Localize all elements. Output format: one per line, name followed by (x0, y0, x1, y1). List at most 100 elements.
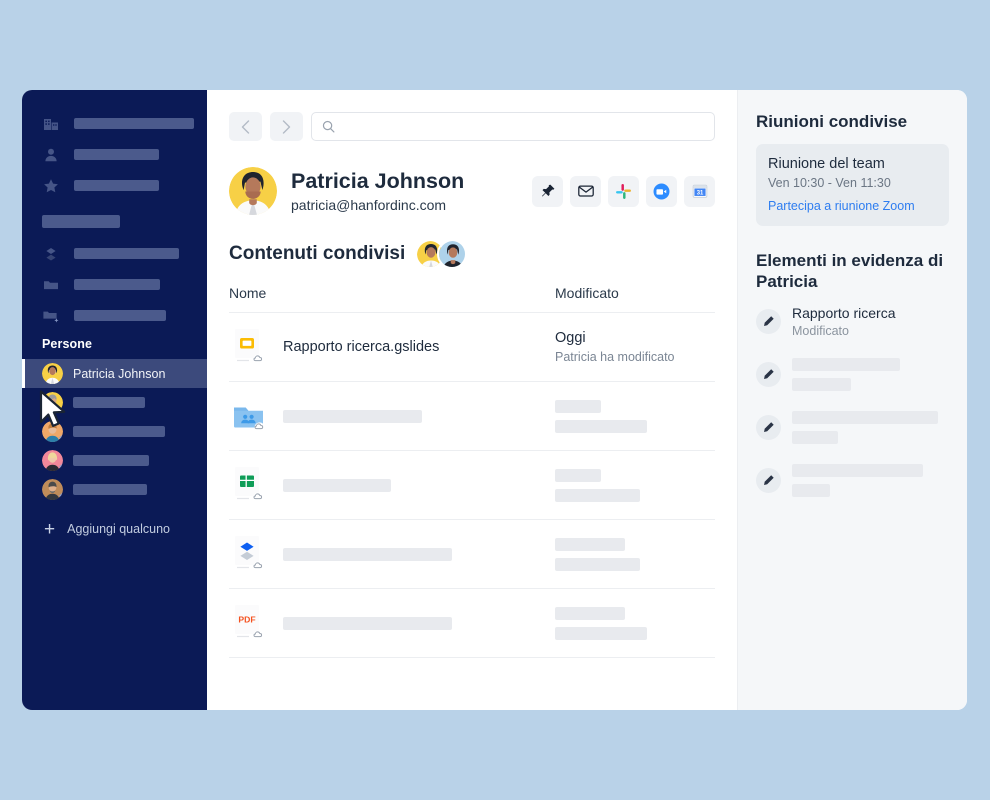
file-modified-cell (555, 606, 715, 640)
pdf-icon: PDF (231, 603, 267, 643)
sidebar-item-placeholder (74, 279, 160, 290)
file-modified-cell (555, 537, 715, 571)
table-row[interactable]: Rapporto ricerca.gslides Oggi Patricia h… (229, 313, 715, 382)
profile-email: patricia@hanfordinc.com (291, 196, 447, 213)
google-slides-icon (231, 327, 267, 367)
star-icon (44, 178, 58, 192)
sidebar-item-dropbox[interactable] (22, 238, 207, 269)
table-row[interactable] (229, 382, 715, 451)
profile-header: Patricia Johnson patricia@hanfordinc.com (229, 167, 715, 215)
shared-avatars (415, 239, 468, 269)
meetings-heading: Riunioni condivise (756, 112, 908, 131)
highlight-text: Rapporto ricerca Modificato (792, 305, 896, 338)
sidebar-item-folder[interactable] (22, 269, 207, 300)
calendar-icon: 31 (692, 184, 707, 198)
chevron-left-icon (241, 119, 250, 134)
pin-icon (541, 184, 554, 197)
pencil-icon (756, 414, 781, 440)
plus-icon: + (44, 518, 56, 540)
page-title: Patricia Johnson (291, 169, 465, 194)
building-icon (44, 118, 58, 130)
sidebar-item-person[interactable] (22, 139, 207, 170)
file-name-placeholder (283, 409, 422, 423)
profile-actions: 31 (532, 175, 715, 207)
file-modified-placeholder (555, 606, 625, 620)
pencil-icon (756, 361, 781, 387)
highlight-subtitle: Modificato (792, 323, 849, 338)
sidebar-person-placeholder (73, 397, 145, 408)
mail-button[interactable] (570, 175, 601, 207)
sidebar-item-starred[interactable] (22, 170, 207, 201)
sidebar-person-5[interactable]: ✦ (22, 475, 207, 504)
folder-icon (44, 280, 58, 289)
shared-folder-icon (231, 396, 267, 436)
highlight-text (792, 463, 923, 497)
file-modified-placeholder (555, 468, 601, 482)
highlight-text (792, 357, 900, 391)
back-button[interactable] (229, 112, 262, 141)
slack-button[interactable] (608, 175, 639, 207)
column-header-modified: Modificato (555, 285, 619, 301)
files-table: Nome Modificato Rapporto ricerca.gslides… (229, 285, 715, 658)
highlight-subtitle-placeholder (792, 483, 830, 497)
profile-text: Patricia Johnson patricia@hanfordinc.com (291, 169, 464, 213)
pencil-icon (756, 308, 781, 334)
highlight-title-placeholder (792, 410, 938, 424)
avatar: ✦ (42, 450, 63, 471)
file-modified-by-placeholder (555, 419, 647, 433)
zoom-button[interactable] (646, 175, 677, 207)
file-modified-cell: Oggi Patricia ha modificato (555, 330, 715, 364)
highlight-title-placeholder (792, 357, 900, 371)
sidebar-person-placeholder (73, 426, 165, 437)
highlight-item[interactable] (756, 357, 949, 391)
sparkle-icon: ✦ (57, 433, 63, 443)
file-modified-by-placeholder (555, 488, 640, 502)
sidebar-person-patricia[interactable]: Patricia Johnson (22, 359, 207, 388)
sidebar-item-placeholder (74, 180, 159, 191)
table-row[interactable] (229, 451, 715, 520)
pin-button[interactable] (532, 175, 563, 207)
avatar: ✦ (42, 421, 63, 442)
join-meeting-link[interactable]: Partecipa a riunione Zoom (768, 199, 937, 213)
sidebar-person-4[interactable]: ✦ (22, 446, 207, 475)
search-box[interactable] (311, 112, 715, 141)
main-content: Patricia Johnson patricia@hanfordinc.com (207, 90, 737, 710)
highlight-item[interactable] (756, 410, 949, 444)
file-name-cell: Rapporto ricerca.gslides (229, 327, 555, 367)
sidebar-person-placeholder (73, 484, 147, 495)
sidebar-person-2[interactable] (22, 388, 207, 417)
avatar (437, 239, 468, 269)
section-title: Contenuti condivisi (229, 243, 406, 264)
file-name-cell (229, 465, 555, 505)
file-name-cell: PDF (229, 603, 555, 643)
file-name: Rapporto ricerca.gslides (283, 339, 440, 355)
sidebar-item-folder-shared[interactable] (22, 300, 207, 331)
calendar-button[interactable]: 31 (684, 175, 715, 207)
svg-text:PDF: PDF (238, 615, 255, 625)
highlight-item[interactable] (756, 463, 949, 497)
add-person-button[interactable]: + Aggiungi qualcuno (22, 516, 207, 542)
file-modified-placeholder (555, 537, 625, 551)
forward-button[interactable] (270, 112, 303, 141)
highlight-item[interactable]: Rapporto ricerca Modificato (756, 305, 949, 338)
sidebar-person-3[interactable]: ✦ (22, 417, 207, 446)
sparkle-icon: ✦ (57, 462, 63, 472)
sidebar: Persone Patricia Johnson ✦ ✦ ✦ + Aggiung… (22, 90, 207, 710)
meeting-card[interactable]: Riunione del team Ven 10:30 - Ven 11:30 … (756, 144, 949, 226)
sidebar-item-company[interactable] (22, 108, 207, 139)
chevron-right-icon (282, 119, 291, 134)
shared-content-header: Contenuti condivisi (229, 239, 715, 269)
table-row[interactable]: PDF (229, 589, 715, 658)
sidebar-item-placeholder (74, 310, 166, 321)
file-modified-placeholder (555, 399, 601, 413)
svg-text:31: 31 (696, 190, 703, 196)
meeting-title: Riunione del team (768, 156, 885, 172)
sidebar-person-label: Patricia Johnson (73, 366, 166, 381)
page-root: Persone Patricia Johnson ✦ ✦ ✦ + Aggiung… (0, 0, 990, 800)
highlight-subtitle-placeholder (792, 377, 851, 391)
sidebar-item-placeholder (74, 118, 194, 129)
table-row[interactable] (229, 520, 715, 589)
toolbar (229, 112, 715, 141)
mail-icon (577, 185, 594, 197)
search-input[interactable] (343, 119, 704, 134)
